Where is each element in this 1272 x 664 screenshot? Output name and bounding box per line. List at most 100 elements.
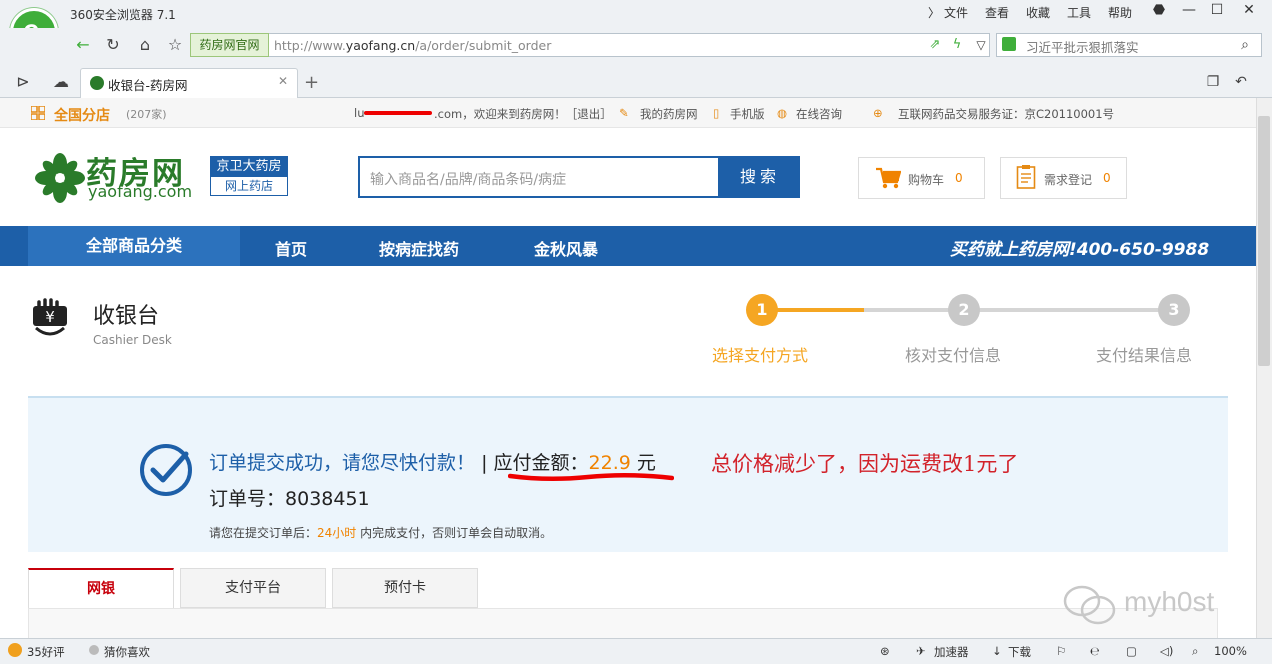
note-time: 24小时 <box>317 526 357 540</box>
zoom-icon[interactable]: ⌕ <box>1192 644 1198 659</box>
cashier-subtitle: Cashier Desk <box>93 333 172 347</box>
step-3-label: 支付结果信息 <box>1096 346 1193 365</box>
nav-all-categories[interactable]: 全部商品分类 <box>28 226 240 266</box>
menu-view[interactable]: 查看 <box>985 4 1009 21</box>
url-dropdown-icon[interactable]: ▽ <box>970 34 992 56</box>
mobile-link[interactable]: 手机版 <box>730 106 765 122</box>
menu-favorites[interactable]: 收藏 <box>1026 4 1050 21</box>
step-track-line <box>864 308 1164 312</box>
success-check-icon <box>140 444 192 496</box>
tab-payment-platform[interactable]: 支付平台 <box>180 568 326 608</box>
step-3-dot: 3 <box>1158 294 1190 326</box>
jingwei-badge-bottom: 网上药店 <box>224 179 273 193</box>
speaker-icon[interactable]: ◁) <box>1160 644 1173 658</box>
flag-icon[interactable]: ⚐ <box>1056 644 1066 658</box>
status-zoom[interactable]: 100% <box>1214 644 1247 658</box>
success-text: 订单提交成功，请您尽快付款！ <box>209 452 476 474</box>
logo-text-en[interactable]: yaofang.com <box>88 182 192 201</box>
status-rating[interactable]: 35好评 <box>27 644 65 660</box>
nav-by-symptom[interactable]: 按病症找药 <box>379 236 459 260</box>
note-prefix: 请您在提交订单后： <box>209 526 318 540</box>
nav-autumn-sale[interactable]: 金秋风暴 <box>534 236 598 260</box>
user-prefix: lu <box>354 106 365 120</box>
status-bar <box>0 638 1272 664</box>
payment-deadline-note: 请您在提交订单后：24小时 内完成支付，否则订单会自动取消。 <box>209 524 552 541</box>
branch-link[interactable]: 全国分店 <box>54 105 110 125</box>
favorite-star-icon[interactable]: ☆ <box>164 34 186 56</box>
skin-icon[interactable]: ⬣ <box>1146 2 1172 22</box>
refresh-icon[interactable]: ↻ <box>102 34 124 56</box>
search-button[interactable]: 搜索 <box>720 156 800 198</box>
mobile-icon: ▯ <box>713 106 720 120</box>
window-icon[interactable]: ▢ <box>1126 644 1137 658</box>
order-no-label: 订单号： <box>209 488 286 510</box>
site-chip[interactable]: 药房网官网 <box>190 33 269 57</box>
note-suffix: 内完成支付，否则订单会自动取消。 <box>360 526 553 540</box>
cart-count: 0 <box>955 171 963 185</box>
clipboard-icon <box>1016 165 1036 189</box>
search-engine-icon[interactable] <box>1002 37 1016 51</box>
separator: | <box>481 452 488 474</box>
url-path: /a/order/submit_order <box>415 38 552 53</box>
tab-online-banking[interactable]: 网银 <box>28 568 174 608</box>
product-search-placeholder: 输入商品名/品牌/商品条码/病症 <box>370 172 567 188</box>
download-icon[interactable]: ↓ <box>992 644 1002 658</box>
globe-icon: ⊕ <box>873 106 883 120</box>
compass-icon[interactable]: ⊛ <box>880 644 890 658</box>
ie-icon[interactable]: ℮ <box>1090 644 1100 658</box>
menu-expand-icon[interactable]: 〉 <box>928 4 940 21</box>
share-icon[interactable]: ⇗ <box>924 34 946 56</box>
maximize-button[interactable]: ☐ <box>1204 2 1230 22</box>
guess-icon <box>89 645 99 655</box>
grid-icon <box>31 106 45 120</box>
minimize-button[interactable]: — <box>1176 2 1202 22</box>
home-icon[interactable]: ⌂ <box>134 34 156 56</box>
cashier-icon: ¥ <box>33 298 67 336</box>
account-icon: ✎ <box>619 106 629 120</box>
step-1-label: 选择支付方式 <box>712 346 809 365</box>
status-accelerator[interactable]: 加速器 <box>934 644 969 660</box>
menu-file[interactable]: 文件 <box>944 4 968 21</box>
url-text[interactable]: http://www.yaofang.cn/a/order/submit_ord… <box>274 38 551 53</box>
close-window-button[interactable]: ✕ <box>1236 2 1262 22</box>
nav-slogan: 买药就上药房网!400-650-9988 <box>950 240 1210 260</box>
need-count: 0 <box>1103 171 1111 185</box>
back-icon[interactable]: ← <box>72 34 94 56</box>
tab-close-icon[interactable]: ✕ <box>278 74 288 88</box>
accelerator-icon[interactable]: ✈ <box>916 644 926 658</box>
restore-tabs-icon[interactable]: ❐ <box>1202 71 1224 93</box>
tab-title: 收银台-药房网 <box>108 78 188 93</box>
cart-icon <box>876 167 901 189</box>
new-tab-icon[interactable]: + <box>304 72 319 93</box>
price-annotation: 总价格减少了，因为运费改1元了 <box>711 452 1019 476</box>
red-underline-mark <box>508 472 674 482</box>
order-no-value: 8038451 <box>285 488 370 510</box>
web-page: 全国分店 (207家) lu .com，欢迎来到药房网！［退出］ ✎ 我的药房网… <box>0 98 1256 638</box>
redaction-mark <box>364 111 432 115</box>
search-icon[interactable]: ⌕ <box>1234 34 1256 56</box>
license-text: 互联网药品交易服务证：京C20110001号 <box>898 107 1115 121</box>
tab-prepaid-card[interactable]: 预付卡 <box>332 568 478 608</box>
undo-close-icon[interactable]: ↶ <box>1230 71 1252 93</box>
nav-home[interactable]: 首页 <box>275 236 307 260</box>
wechat-watermark-icon <box>1063 585 1116 625</box>
status-download[interactable]: 下载 <box>1008 644 1031 660</box>
status-guess-like[interactable]: 猜你喜欢 <box>104 644 150 660</box>
welcome-text[interactable]: .com，欢迎来到药房网！［退出］ <box>434 106 612 122</box>
my-account-link[interactable]: 我的药房网 <box>640 106 698 122</box>
menu-tools[interactable]: 工具 <box>1067 4 1091 21</box>
rating-icon <box>8 643 22 657</box>
order-number-line: 订单号：8038451 <box>209 484 370 511</box>
sidebar-toggle-icon[interactable]: ⊳ <box>12 71 34 93</box>
chat-icon: ◍ <box>777 106 788 120</box>
consult-link[interactable]: 在线咨询 <box>796 106 842 122</box>
scrollbar-thumb[interactable] <box>1258 116 1270 366</box>
yaofang-logo-icon[interactable] <box>34 152 86 204</box>
app-title: 360安全浏览器 7.1 <box>70 8 176 22</box>
watermark-text: myh0st <box>1124 586 1215 617</box>
menu-help[interactable]: 帮助 <box>1108 4 1132 21</box>
site-favicon-icon <box>90 76 104 90</box>
payment-tab-content <box>28 608 1218 638</box>
speed-mode-icon[interactable]: ϟ <box>946 34 968 56</box>
cloud-icon[interactable]: ☁ <box>50 71 72 93</box>
